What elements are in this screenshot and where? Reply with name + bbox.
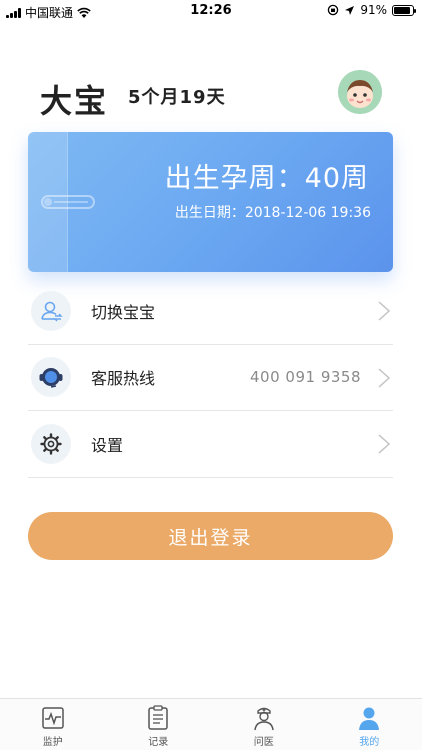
hotline-number: 400 091 9358 bbox=[250, 367, 361, 386]
menu-label: 切换宝宝 bbox=[91, 302, 156, 322]
tab-label: 我的 bbox=[359, 737, 380, 748]
orientation-lock-icon bbox=[328, 4, 339, 16]
birth-date: 出生日期：2018-12-06 19:36 bbox=[174, 205, 371, 221]
baby-avatar[interactable] bbox=[338, 70, 382, 114]
birth-info-card: 出生孕周：40周 出生日期：2018-12-06 19:36 bbox=[28, 132, 393, 272]
tab-label: 问医 bbox=[253, 737, 274, 748]
battery-icon bbox=[392, 4, 416, 16]
chevron-right-icon bbox=[378, 301, 391, 321]
menu-item-settings[interactable]: 设置 bbox=[28, 411, 393, 478]
person-icon bbox=[359, 707, 380, 730]
menu-label: 客服热线 bbox=[91, 369, 156, 389]
settings-menu: 切换宝宝 客服热线 400 091 9358 设置 bbox=[28, 278, 393, 478]
notepad-icon bbox=[148, 705, 168, 730]
gestation-week: 出生孕周：40周 bbox=[164, 163, 369, 194]
status-bar: 中国联通 12:26 91% bbox=[0, 0, 422, 22]
menu-label: 设置 bbox=[91, 435, 124, 455]
status-right: 91% bbox=[327, 3, 416, 17]
headset-icon bbox=[31, 357, 71, 398]
tab-mine[interactable]: 我的 bbox=[317, 699, 422, 750]
tab-label: 记录 bbox=[148, 737, 169, 748]
monitor-icon bbox=[42, 707, 64, 729]
baby-name: 大宝 bbox=[40, 82, 109, 120]
tab-label: 监护 bbox=[42, 737, 63, 748]
location-arrow-icon bbox=[345, 5, 355, 15]
gear-icon bbox=[31, 423, 71, 464]
menu-item-hotline[interactable]: 客服热线 400 091 9358 bbox=[28, 345, 393, 411]
tab-monitor[interactable]: 监护 bbox=[0, 699, 106, 750]
baby-face-icon bbox=[338, 70, 382, 114]
switch-user-icon bbox=[31, 290, 71, 331]
battery-percent: 91% bbox=[360, 3, 387, 17]
chevron-right-icon bbox=[378, 367, 391, 388]
safety-pin-icon bbox=[41, 195, 95, 209]
doctor-icon bbox=[254, 707, 274, 731]
baby-age: 5个月19天 bbox=[128, 87, 226, 108]
menu-item-switch-baby[interactable]: 切换宝宝 bbox=[28, 278, 393, 345]
tab-records[interactable]: 记录 bbox=[106, 699, 212, 750]
tab-ask-doctor[interactable]: 问医 bbox=[211, 699, 317, 750]
chevron-right-icon bbox=[378, 434, 391, 454]
logout-button[interactable]: 退出登录 bbox=[28, 512, 393, 560]
bottom-tab-bar: 监护 记录 问医 我的 bbox=[0, 698, 422, 750]
battery-fill bbox=[394, 6, 411, 14]
